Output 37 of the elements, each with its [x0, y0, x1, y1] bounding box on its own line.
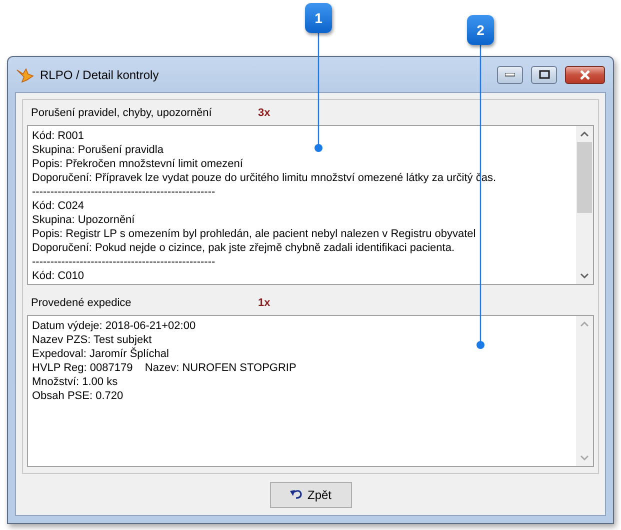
chevron-up-icon[interactable] — [580, 131, 589, 137]
text-line: -------------------------------------------------- — [32, 185, 216, 199]
text-line: Nazev PZS: Test subjekt — [32, 333, 153, 347]
text-line: HVLP Reg: 0087179 Nazev: NUROFEN STOPGRIP — [32, 361, 298, 375]
section-label: Porušení pravidel, chyby, upozornění — [31, 107, 213, 119]
text-line: Datum výdeje: 2018-06-21+02:00 — [32, 319, 197, 333]
text-area[interactable]: Datum výdeje: 2018-06-21+02:00 Nazev PZS: Test subjekt Expedoval: Jaromír Šplíchal HVLP Reg: 0087179 Nazev: NUROFEN STOPGRIP Množství: 1.00 ks Obsah PSE: 0.720 — [27, 315, 594, 467]
text-line: Kód: C010 — [32, 269, 85, 283]
window-title: RLPO / Detail kontroly — [40, 68, 160, 82]
callout-badge: 2 — [467, 15, 494, 45]
back-button[interactable]: Zpět — [270, 482, 352, 508]
text-line: Expedoval: Jaromír Šplíchal — [32, 347, 170, 361]
text-line: Popis: Registr LP s omezením byl prohledán, ale pacient nebyl nalezen v Registru obyvatel — [32, 227, 477, 241]
close-button[interactable] — [565, 66, 605, 84]
undo-arrow-icon — [289, 489, 304, 500]
maximize-icon — [538, 70, 550, 79]
text-line: Množství: 1.00 ks — [32, 375, 119, 389]
text-line: Obsah PSE: 0.720 — [32, 389, 124, 403]
callout-badge: 1 — [305, 3, 332, 33]
fox-icon — [16, 66, 34, 82]
text-line: Popis: Překročen množstevní limit omezení — [32, 157, 244, 171]
text-line: Skupina: Upozornění — [32, 213, 136, 227]
maximize-button[interactable] — [531, 66, 557, 84]
section-label: Provedené expedice — [31, 297, 132, 309]
close-icon — [579, 70, 591, 80]
count-label: 3x — [258, 107, 270, 119]
chevron-down-icon[interactable] — [580, 273, 589, 279]
minimize-icon — [505, 72, 515, 76]
scrollbar[interactable] — [576, 126, 593, 284]
text-line: Skupina: Porušení pravidla — [32, 143, 164, 157]
minimize-button[interactable] — [497, 66, 523, 84]
text-line: Doporučení: Pokud nejde o cizince, pak jste zřejmě chybně zadali identifikaci pacienta. — [32, 241, 456, 255]
text-line: Kód: R001 — [32, 129, 85, 143]
text-area[interactable] — [27, 125, 594, 285]
text-line: Kód: C024 — [32, 199, 85, 213]
count-label: 1x — [258, 297, 270, 309]
text-line: -------------------------------------------------- — [32, 255, 216, 269]
